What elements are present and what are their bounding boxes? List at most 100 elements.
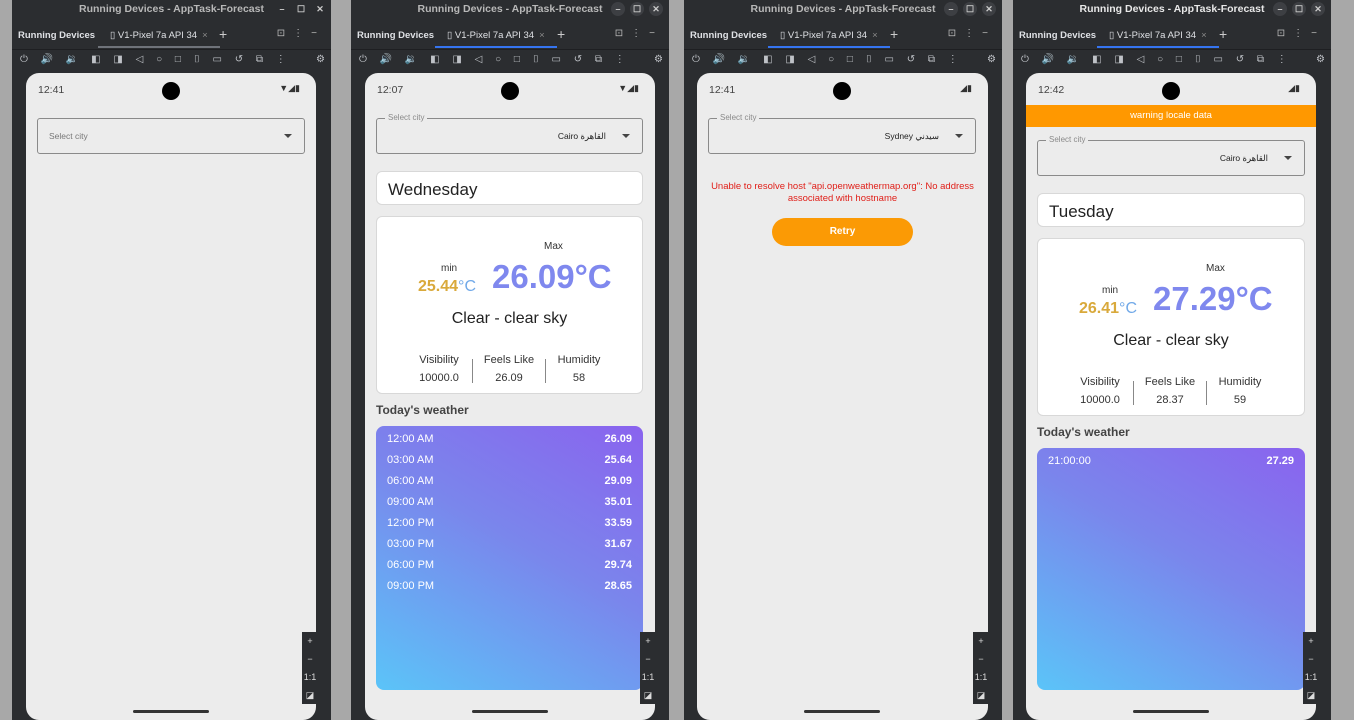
tab-device[interactable]: ▯ V1-Pixel 7a API 34 × xyxy=(435,30,557,48)
zoom-out-button[interactable]: − xyxy=(302,650,318,668)
resize-icon[interactable]: ◪ xyxy=(1303,686,1319,704)
city-select[interactable]: Select city Cairo القاهرة xyxy=(1037,135,1305,176)
status-time: 12:07 xyxy=(377,84,404,96)
tab-device[interactable]: ▯ V1-Pixel 7a API 34 × xyxy=(768,30,890,48)
close-icon[interactable]: ✕ xyxy=(982,2,996,16)
phone-icon: ▯ xyxy=(780,30,786,41)
gesture-nav-bar[interactable] xyxy=(804,710,880,713)
more-icon[interactable]: ⋮ xyxy=(964,28,982,39)
zoom-in-button[interactable]: + xyxy=(973,632,989,650)
zoom-fit-button[interactable]: 1:1 xyxy=(973,668,989,686)
device-toolbar-icons[interactable]: ⏻ 🔊 🔉 ◧ ◨ ◁ ○ □ ⌷ ▭ ↺ ⧉ ⋮ xyxy=(692,54,963,65)
device-toolbar-icons[interactable]: ⏻ 🔊 🔉 ◧ ◨ ◁ ○ □ ⌷ ▭ ↺ ⧉ ⋮ xyxy=(1021,54,1292,65)
stat-humidity: Humidity 59 xyxy=(1218,376,1262,406)
close-tab-icon[interactable]: × xyxy=(1201,30,1207,41)
device-toolbar-icons[interactable]: ⏻ 🔊 🔉 ◧ ◨ ◁ ○ □ ⌷ ▭ ↺ ⧉ ⋮ xyxy=(20,54,291,65)
zoom-in-button[interactable]: + xyxy=(302,632,318,650)
stat-feels-like: Feels Like 28.37 xyxy=(1144,376,1196,406)
close-tab-icon[interactable]: × xyxy=(872,30,878,41)
city-select[interactable]: Select city Cairo القاهرة xyxy=(376,113,643,154)
city-select-value: Sydney سيدني xyxy=(884,131,939,141)
minimize-icon[interactable]: – xyxy=(275,2,289,16)
more-icon[interactable]: ⋮ xyxy=(631,28,649,39)
tab-actions: ⊡⋮− xyxy=(615,28,663,39)
hourly-row: 06:00 AM 29.09 xyxy=(387,475,632,487)
hide-icon[interactable]: − xyxy=(982,28,996,39)
device-settings-icon[interactable]: ⚙ xyxy=(987,54,996,65)
hide-icon[interactable]: − xyxy=(649,28,663,39)
layout-icon[interactable]: ⊡ xyxy=(615,28,631,39)
status-time: 12:41 xyxy=(709,84,736,96)
layout-icon[interactable]: ⊡ xyxy=(277,28,293,39)
city-select[interactable]: Select city xyxy=(37,118,305,154)
zoom-fit-button[interactable]: 1:1 xyxy=(1303,668,1319,686)
zoom-fit-button[interactable]: 1:1 xyxy=(640,668,656,686)
close-tab-icon[interactable]: × xyxy=(539,30,545,41)
hourly-forecast-list[interactable]: 21:00:00 27.29 xyxy=(1037,448,1305,690)
phone-icon: ▯ xyxy=(447,30,453,41)
city-select[interactable]: Select city Sydney سيدني xyxy=(708,113,976,154)
zoom-out-button[interactable]: − xyxy=(973,650,989,668)
min-temp: 25.44°C xyxy=(418,278,476,295)
add-tab-icon[interactable]: + xyxy=(219,26,227,42)
resize-icon[interactable]: ◪ xyxy=(973,686,989,704)
maximize-icon[interactable]: ☐ xyxy=(630,2,644,16)
close-icon[interactable]: ✕ xyxy=(649,2,663,16)
zoom-in-button[interactable]: + xyxy=(640,632,656,650)
close-icon[interactable]: ✕ xyxy=(1311,2,1325,16)
tab-device[interactable]: ▯ V1-Pixel 7a API 34 × xyxy=(98,30,220,48)
device-settings-icon[interactable]: ⚙ xyxy=(654,54,663,65)
add-tab-icon[interactable]: + xyxy=(890,26,898,42)
status-icons: ◢▮ xyxy=(960,83,972,93)
zoom-in-button[interactable]: + xyxy=(1303,632,1319,650)
maximize-icon[interactable]: ☐ xyxy=(294,2,308,16)
maximize-icon[interactable]: ☐ xyxy=(1292,2,1306,16)
stat-visibility: Visibility 10000.0 xyxy=(419,354,459,384)
resize-icon[interactable]: ◪ xyxy=(640,686,656,704)
resize-icon[interactable]: ◪ xyxy=(302,686,318,704)
weather-card: Max min 26.41°C 27.29°C Clear - clear sk… xyxy=(1037,238,1305,416)
gesture-nav-bar[interactable] xyxy=(1133,710,1209,713)
minimize-icon[interactable]: – xyxy=(611,2,625,16)
minimize-icon[interactable]: – xyxy=(944,2,958,16)
device-toolbar: ⏻ 🔊 🔉 ◧ ◨ ◁ ○ □ ⌷ ▭ ↺ ⧉ ⋮ ⚙ xyxy=(684,50,1002,72)
layout-icon[interactable]: ⊡ xyxy=(1277,28,1293,39)
zoom-out-button[interactable]: − xyxy=(1303,650,1319,668)
add-tab-icon[interactable]: + xyxy=(1219,26,1227,42)
device-toolbar: ⏻ 🔊 🔉 ◧ ◨ ◁ ○ □ ⌷ ▭ ↺ ⧉ ⋮ ⚙ xyxy=(1013,50,1331,72)
zoom-controls: + − 1:1 ◪ xyxy=(1303,632,1319,704)
status-time: 12:41 xyxy=(38,84,65,96)
more-icon[interactable]: ⋮ xyxy=(1293,28,1311,39)
phone-icon: ▯ xyxy=(110,30,116,41)
hide-icon[interactable]: − xyxy=(1311,28,1325,39)
add-tab-icon[interactable]: + xyxy=(557,26,565,42)
city-select-label: Select city xyxy=(385,113,428,122)
min-temp: 26.41°C xyxy=(1079,300,1137,317)
zoom-fit-button[interactable]: 1:1 xyxy=(302,668,318,686)
device-toolbar-icons[interactable]: ⏻ 🔊 🔉 ◧ ◨ ◁ ○ □ ⌷ ▭ ↺ ⧉ ⋮ xyxy=(359,54,630,65)
more-icon[interactable]: ⋮ xyxy=(293,28,311,39)
device-toolbar: ⏻ 🔊 🔉 ◧ ◨ ◁ ○ □ ⌷ ▭ ↺ ⧉ ⋮ ⚙ xyxy=(12,50,331,72)
window-controls: – ☐ ✕ xyxy=(606,2,663,16)
layout-icon[interactable]: ⊡ xyxy=(948,28,964,39)
camera-cutout xyxy=(501,82,519,100)
device-settings-icon[interactable]: ⚙ xyxy=(316,54,325,65)
zoom-out-button[interactable]: − xyxy=(640,650,656,668)
status-time: 12:42 xyxy=(1038,84,1065,96)
close-tab-icon[interactable]: × xyxy=(202,30,208,41)
device-toolbar: ⏻ 🔊 🔉 ◧ ◨ ◁ ○ □ ⌷ ▭ ↺ ⧉ ⋮ ⚙ xyxy=(351,50,669,72)
retry-button[interactable]: Retry xyxy=(772,218,913,246)
tab-label: V1-Pixel 7a API 34 xyxy=(1116,30,1197,41)
hide-icon[interactable]: − xyxy=(311,28,325,39)
window-titlebar: Running Devices - AppTask-Forecast – ☐ ✕ xyxy=(351,0,669,18)
minimize-icon[interactable]: – xyxy=(1273,2,1287,16)
maximize-icon[interactable]: ☐ xyxy=(963,2,977,16)
gesture-nav-bar[interactable] xyxy=(133,710,209,713)
device-settings-icon[interactable]: ⚙ xyxy=(1316,54,1325,65)
tab-label: V1-Pixel 7a API 34 xyxy=(787,30,868,41)
hourly-forecast-list[interactable]: 12:00 AM 26.09 03:00 AM 25.64 06:00 AM 29.0… xyxy=(376,426,643,690)
gesture-nav-bar[interactable] xyxy=(472,710,548,713)
tab-device[interactable]: ▯ V1-Pixel 7a API 34 × xyxy=(1097,30,1219,48)
weather-card: Max min 25.44°C 26.09°C Clear - clear sk… xyxy=(376,216,643,394)
close-icon[interactable]: ✕ xyxy=(313,2,327,16)
